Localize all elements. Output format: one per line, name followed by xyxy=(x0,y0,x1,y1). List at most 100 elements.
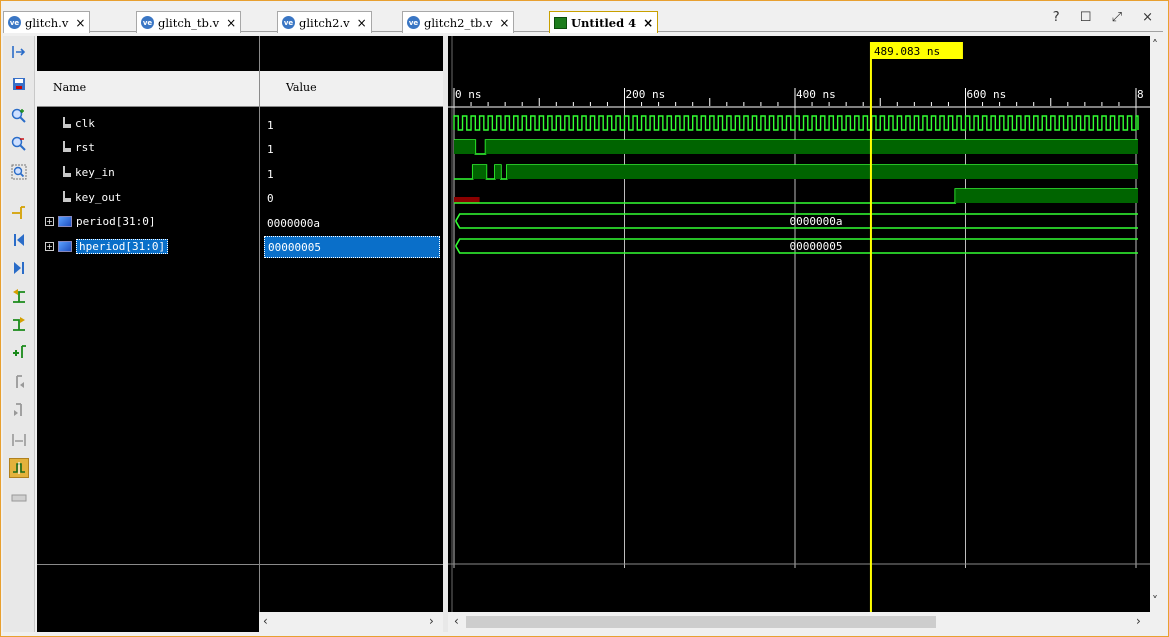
values-hscroll[interactable]: ‹ › xyxy=(259,612,443,632)
value-cell: 0 xyxy=(267,191,274,205)
tab-label: glitch.v xyxy=(25,15,69,30)
close-icon[interactable]: × xyxy=(643,16,653,30)
value-cell-selected[interactable]: 00000005 xyxy=(264,236,440,258)
waveform-toolbar xyxy=(3,36,35,632)
close-icon[interactable]: × xyxy=(226,16,236,30)
tab-label: glitch_tb.v xyxy=(158,15,220,30)
go-to-last-time-icon[interactable] xyxy=(9,258,29,278)
clk-trace xyxy=(453,115,1139,131)
waveform-hscroll[interactable]: ‹ › xyxy=(448,612,1150,632)
value-cell: 1 xyxy=(267,142,274,156)
editor-tab-bar: ve glitch.v × ve glitch_tb.v × ve glitch… xyxy=(3,8,1163,33)
signal-row-period[interactable]: + period[31:0] xyxy=(45,210,155,232)
wire-signal-icon xyxy=(61,166,71,178)
tab-untitled-4[interactable]: Untitled 4 × xyxy=(549,11,659,33)
signal-name: key_in xyxy=(75,165,115,179)
zoom-fit-icon[interactable] xyxy=(9,42,29,62)
window-controls[interactable]: ? ☐ ⤢ × xyxy=(1053,10,1161,25)
verilog-file-icon: ve xyxy=(282,16,295,29)
wire-signal-icon xyxy=(61,141,71,153)
hperiod-bus-label: 00000005 xyxy=(790,240,843,253)
key-in-trace-fill xyxy=(494,165,501,179)
wire-signal-icon xyxy=(61,117,71,129)
ruler-tick-label: 0 ns xyxy=(455,88,482,101)
tab-glitch-v[interactable]: ve glitch.v × xyxy=(3,11,91,33)
ruler-tick-label: 600 ns xyxy=(967,88,1007,101)
key-out-unknown xyxy=(454,197,480,203)
time-ruler: 0 ns 200 ns 400 ns 600 ns 8 xyxy=(448,88,1150,108)
signal-traces: 0000000a 00000005 xyxy=(453,115,1139,254)
key-in-trace-fill xyxy=(506,165,1139,179)
signal-name: hperiod[31:0] xyxy=(76,238,169,254)
name-column-header[interactable]: Name xyxy=(37,71,259,107)
panel-divider xyxy=(37,564,259,565)
signal-name: key_out xyxy=(75,190,122,204)
next-transition-icon[interactable] xyxy=(9,314,29,334)
signal-names-panel: Name clk rst key_in key_out + period[31:… xyxy=(37,36,259,632)
go-to-time-zero-icon[interactable] xyxy=(9,230,29,250)
expand-icon[interactable]: + xyxy=(45,241,54,251)
previous-marker-icon[interactable] xyxy=(9,372,29,392)
signal-row-clk[interactable]: clk xyxy=(61,112,95,134)
scroll-right-icon[interactable]: › xyxy=(1136,614,1141,628)
verilog-file-icon: ve xyxy=(8,16,21,29)
close-icon[interactable]: × xyxy=(357,16,367,30)
snap-to-transition-icon[interactable] xyxy=(9,458,29,478)
floating-ruler-icon[interactable] xyxy=(9,488,29,508)
panel-divider xyxy=(260,564,444,565)
rst-trace-fill xyxy=(485,140,1139,154)
value-cell: 1 xyxy=(267,118,274,132)
signal-name: rst xyxy=(75,140,95,154)
zoom-full-icon[interactable] xyxy=(9,162,29,182)
tab-glitch2-tb-v[interactable]: ve glitch2_tb.v × xyxy=(402,11,515,33)
verilog-file-icon: ve xyxy=(407,16,420,29)
signal-row-rst[interactable]: rst xyxy=(61,136,95,158)
verilog-file-icon: ve xyxy=(141,16,154,29)
tab-glitch2-v[interactable]: ve glitch2.v × xyxy=(277,11,372,33)
previous-transition-icon[interactable] xyxy=(9,286,29,306)
tab-label: glitch2_tb.v xyxy=(424,15,493,30)
signal-row-key-in[interactable]: key_in xyxy=(61,161,115,183)
tab-label: glitch2.v xyxy=(299,15,350,30)
zoom-out-icon[interactable] xyxy=(9,134,29,154)
next-marker-icon[interactable] xyxy=(9,400,29,420)
signal-name: clk xyxy=(75,116,95,130)
add-marker-icon[interactable] xyxy=(9,342,29,362)
waveform-icon xyxy=(554,16,567,29)
bus-signal-icon xyxy=(58,240,72,252)
key-in-trace-fill xyxy=(472,165,487,179)
tab-glitch-tb-v[interactable]: ve glitch_tb.v × xyxy=(136,11,242,33)
bus-signal-icon xyxy=(58,215,72,227)
period-bus-label: 0000000a xyxy=(790,215,843,228)
key-out-trace-fill xyxy=(955,189,1138,203)
rst-trace-fill xyxy=(454,140,476,154)
tab-label: Untitled 4 xyxy=(571,15,637,30)
signal-row-hperiod[interactable]: + hperiod[31:0] xyxy=(45,235,169,257)
swap-cursors-icon[interactable] xyxy=(9,430,29,450)
close-icon[interactable]: × xyxy=(75,16,85,30)
scroll-down-icon[interactable]: ˅ xyxy=(1152,594,1158,608)
vertical-scrollbar[interactable]: ˄ ˅ xyxy=(1150,36,1164,632)
waveform-viewer[interactable]: 0 ns 200 ns 400 ns 600 ns 8 0000000a 00000005… xyxy=(448,36,1150,612)
ruler-tick-label: 200 ns xyxy=(626,88,666,101)
value-cell: 0000000a xyxy=(267,216,320,230)
signal-row-key-out[interactable]: key_out xyxy=(61,186,121,208)
save-icon[interactable] xyxy=(9,74,29,94)
scroll-left-icon[interactable]: ‹ xyxy=(454,614,459,628)
cursor-time-label: 489.083 ns xyxy=(874,45,940,58)
expand-icon[interactable]: + xyxy=(45,216,54,226)
scroll-right-icon[interactable]: › xyxy=(429,614,434,628)
zoom-in-icon[interactable] xyxy=(9,106,29,126)
wire-signal-icon xyxy=(61,191,71,203)
signal-name: period[31:0] xyxy=(76,214,156,228)
signal-values-panel: Value 1 1 1 0 0000000a 00000005 xyxy=(259,36,444,632)
close-icon[interactable]: × xyxy=(499,16,509,30)
scroll-thumb[interactable] xyxy=(466,616,936,628)
go-to-cursor-icon[interactable] xyxy=(9,202,29,222)
scroll-left-icon[interactable]: ‹ xyxy=(263,614,268,628)
value-cell: 1 xyxy=(267,167,274,181)
ruler-tick-label: 8 xyxy=(1137,88,1144,101)
scroll-up-icon[interactable]: ˄ xyxy=(1152,38,1158,52)
value-column-header[interactable]: Value xyxy=(260,71,444,107)
ruler-tick-label: 400 ns xyxy=(796,88,836,101)
